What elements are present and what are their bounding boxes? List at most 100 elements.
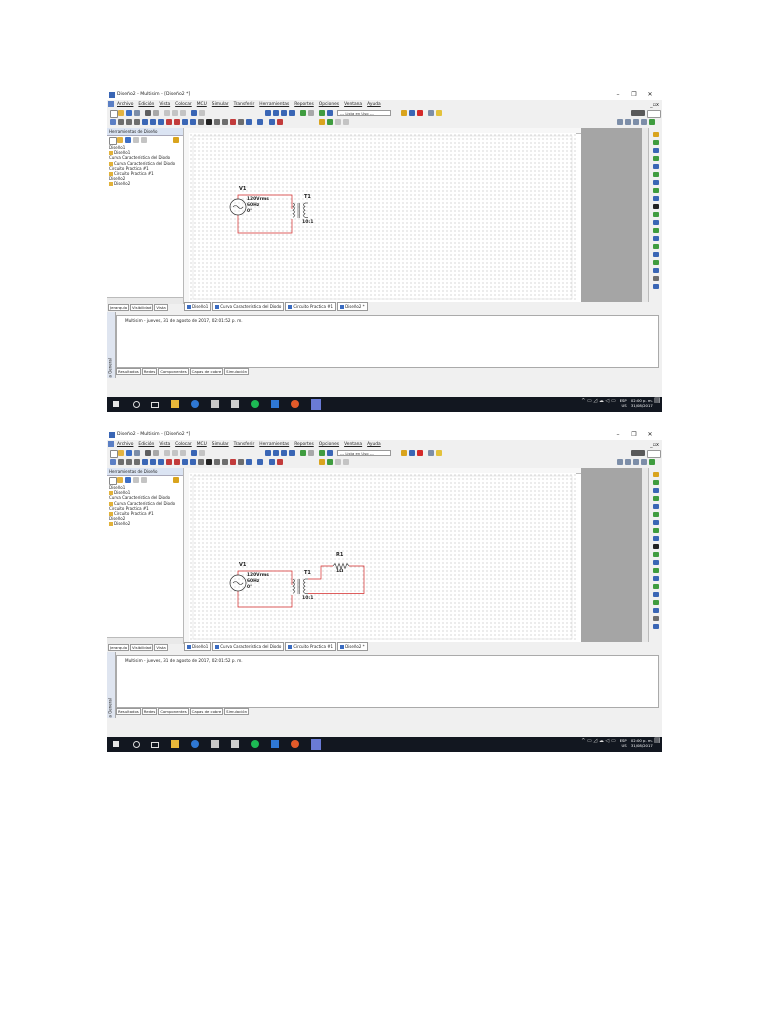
connector-icon[interactable]: [269, 119, 275, 125]
minimize-button[interactable]: –: [610, 430, 626, 440]
bus-icon[interactable]: [246, 119, 252, 125]
tab-simulacion[interactable]: Simulación: [224, 708, 249, 715]
tab-resultados[interactable]: Resultados: [116, 368, 141, 375]
save-icon[interactable]: [126, 110, 132, 116]
view-toggle-icon[interactable]: [631, 450, 645, 456]
cut-icon[interactable]: [164, 450, 170, 456]
chrome-icon[interactable]: [291, 400, 299, 408]
stop-icon[interactable]: [343, 119, 349, 125]
menu-archivo[interactable]: Archivo: [117, 442, 133, 447]
tab-jerarquia[interactable]: Jerarquía: [108, 304, 130, 311]
tab-visibilidad[interactable]: Visibilidad: [130, 644, 154, 651]
zoom-out-icon[interactable]: [625, 459, 631, 465]
virtual-icon[interactable]: [647, 450, 661, 458]
design-toolbox-scrollbar[interactable]: [107, 297, 183, 304]
play-icon[interactable]: [327, 119, 333, 125]
run-simulation-icon[interactable]: [319, 459, 325, 465]
connector-icon[interactable]: [269, 459, 275, 465]
zoom-in-icon[interactable]: [617, 459, 623, 465]
menu-colocar[interactable]: Colocar: [175, 102, 192, 107]
bus-icon[interactable]: [246, 459, 252, 465]
iv-analyzer-icon[interactable]: [653, 212, 659, 217]
language-indicator[interactable]: ESP US: [620, 738, 627, 748]
logic-analyzer-icon[interactable]: [653, 204, 659, 209]
menu-edicion[interactable]: Edición: [138, 102, 154, 107]
in-use-list-combo[interactable]: --- Lista en Uso ---: [337, 110, 391, 116]
electrical-rules-icon[interactable]: [319, 450, 325, 456]
close-button[interactable]: ✕: [642, 430, 658, 440]
close-design-icon[interactable]: [133, 477, 139, 483]
current-probe-icon[interactable]: [653, 624, 659, 629]
tab-redes[interactable]: Redes: [141, 368, 158, 375]
spectrum-analyzer-icon[interactable]: [653, 568, 659, 573]
zoom-icon[interactable]: [153, 450, 159, 456]
tab-diseno2[interactable]: Diseño2 *: [337, 642, 368, 651]
menu-reportes[interactable]: Reportes: [294, 102, 314, 107]
component-wizard-icon[interactable]: [300, 450, 306, 456]
store-icon[interactable]: [211, 400, 219, 408]
agilent-multimeter-icon[interactable]: [653, 592, 659, 597]
in-use-list-combo[interactable]: --- Lista en Uso ---: [337, 450, 391, 456]
bode-plotter-icon[interactable]: [653, 512, 659, 517]
power-icon[interactable]: [190, 119, 196, 125]
new-file-icon[interactable]: [110, 450, 118, 458]
new-design-icon[interactable]: [109, 137, 117, 145]
menu-simular[interactable]: Simular: [212, 102, 229, 107]
diode-icon[interactable]: [126, 459, 132, 465]
chrome-icon[interactable]: [291, 740, 299, 748]
edge-icon[interactable]: [191, 740, 199, 748]
wattmeter-icon[interactable]: [653, 488, 659, 493]
print-preview-icon[interactable]: [145, 110, 151, 116]
network-analyzer-icon[interactable]: [653, 576, 659, 581]
search-icon[interactable]: [133, 741, 140, 748]
help-icon[interactable]: [401, 450, 407, 456]
schematic-sheet[interactable]: V1 120Vrms 60Hz 0° T1 10:1: [189, 133, 576, 302]
hierarchy-icon[interactable]: [173, 137, 179, 143]
multisim-taskbar-icon[interactable]: [311, 739, 321, 750]
print-icon[interactable]: [134, 450, 140, 456]
tab-simulacion[interactable]: Simulación: [224, 368, 249, 375]
grapher-icon[interactable]: [265, 110, 271, 116]
copy-icon[interactable]: [172, 110, 178, 116]
advanced-peripherals-icon[interactable]: [206, 119, 212, 125]
menu-ayuda[interactable]: Ayuda: [367, 442, 381, 447]
menu-colocar[interactable]: Colocar: [175, 442, 192, 447]
grapher-icon[interactable]: [265, 450, 271, 456]
wire[interactable]: [237, 215, 293, 234]
multimeter-icon[interactable]: [653, 472, 659, 477]
search-icon[interactable]: [428, 450, 434, 456]
run-simulation-icon[interactable]: [319, 119, 325, 125]
multimeter-icon[interactable]: [653, 132, 659, 137]
source-icon[interactable]: [110, 119, 116, 125]
electrical-rules-icon[interactable]: [319, 110, 325, 116]
shopping-bag-icon[interactable]: [231, 400, 239, 408]
diode-icon[interactable]: [126, 119, 132, 125]
agilent-generator-icon[interactable]: [653, 244, 659, 249]
database-icon[interactable]: [281, 450, 287, 456]
frequency-counter-icon[interactable]: [653, 180, 659, 185]
redo-icon[interactable]: [199, 110, 205, 116]
misc-icon[interactable]: [198, 119, 204, 125]
transistor-icon[interactable]: [134, 119, 140, 125]
agilent-oscilloscope-icon[interactable]: [653, 260, 659, 265]
menu-edicion[interactable]: Edición: [138, 442, 154, 447]
new-design-icon[interactable]: [109, 477, 117, 485]
logic-converter-icon[interactable]: [653, 196, 659, 201]
task-view-icon[interactable]: [151, 742, 159, 748]
outlook-icon[interactable]: [271, 740, 279, 748]
rename-icon[interactable]: [141, 137, 147, 143]
menu-ventana[interactable]: Ventana: [344, 442, 362, 447]
menu-opciones[interactable]: Opciones: [319, 442, 339, 447]
misc-digital-icon[interactable]: [166, 459, 172, 465]
zoom-icon[interactable]: [153, 110, 159, 116]
keyboard-icon[interactable]: ▭: [610, 399, 616, 404]
cmos-icon[interactable]: [158, 119, 164, 125]
probe-tool-icon[interactable]: [257, 459, 263, 465]
probe-tool-icon[interactable]: [257, 119, 263, 125]
tektronix-oscilloscope-icon[interactable]: [653, 608, 659, 613]
menu-transferir[interactable]: Transferir: [234, 442, 255, 447]
minimize-button[interactable]: –: [610, 90, 626, 100]
fullscreen-icon[interactable]: [649, 459, 655, 465]
fullscreen-icon[interactable]: [649, 119, 655, 125]
language-indicator[interactable]: ESP US: [620, 398, 627, 408]
